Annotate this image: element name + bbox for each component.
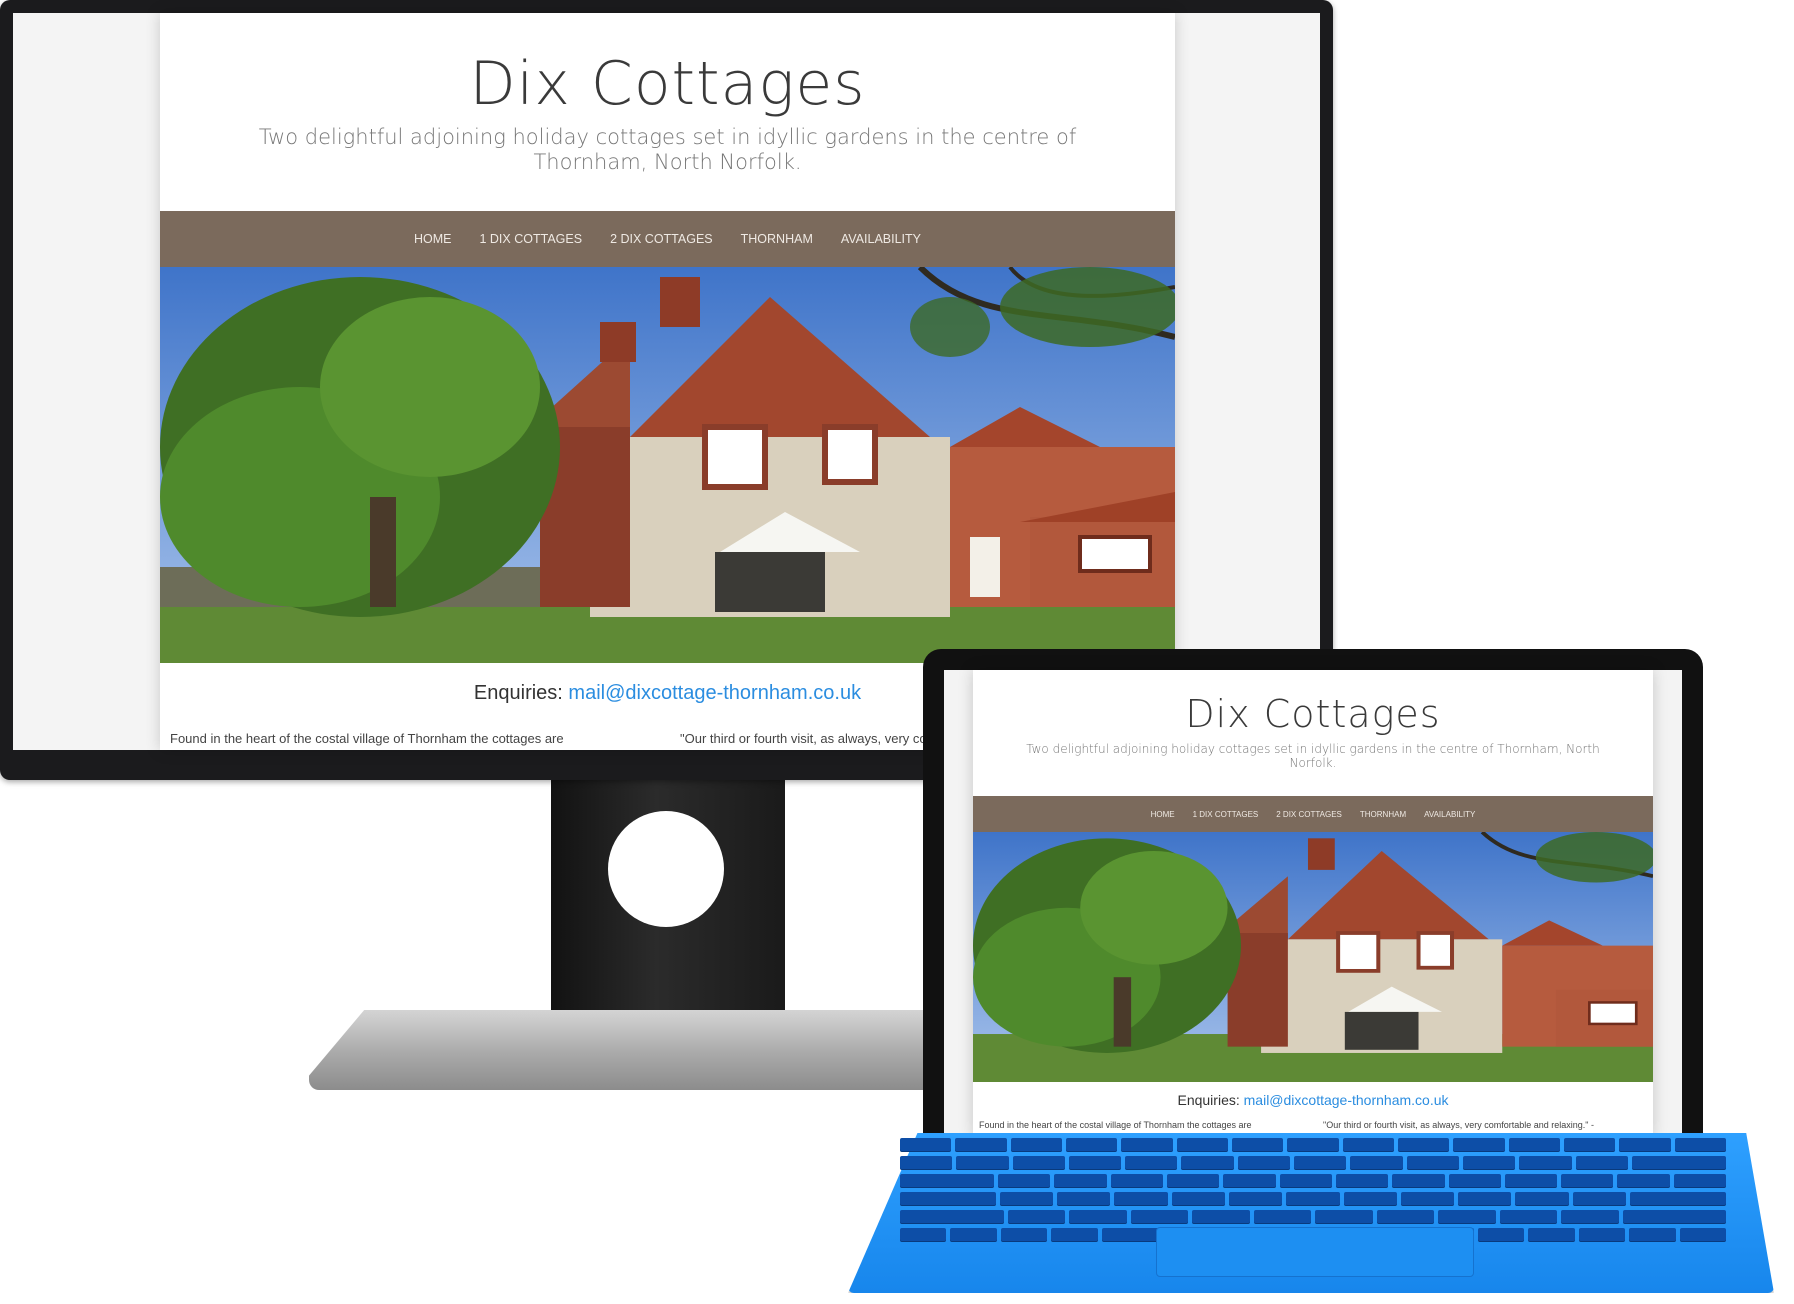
key-row-qwerty [900, 1174, 1726, 1188]
nav-thornham[interactable]: THORNHAM [1360, 810, 1406, 819]
site-tagline: Two delightful adjoining holiday cottage… [258, 125, 1077, 174]
key-row-home [900, 1192, 1726, 1206]
testimonial-text: "Our third or fourth visit, as always, v… [1323, 1120, 1594, 1130]
nav-thornham[interactable]: THORNHAM [741, 232, 813, 246]
monitor-website: Dix Cottages Two delightful adjoining ho… [160, 13, 1175, 750]
key-row-function [900, 1138, 1726, 1152]
intro-text: Found in the heart of the costal village… [979, 1120, 1252, 1130]
hero-image [973, 832, 1653, 1082]
tablet-website: Dix Cottages Two delightful adjoining ho… [973, 670, 1653, 1137]
key-row-shift [900, 1210, 1726, 1224]
enquiries-email-link[interactable]: mail@dixcottage-thornham.co.uk [568, 682, 861, 704]
monitor-stand-cutout [608, 811, 724, 927]
keyboard-keys [900, 1138, 1726, 1242]
enquiries-label: Enquiries: [473, 682, 563, 704]
cottage-photo [973, 832, 1653, 1082]
monitor-stand-base [309, 1010, 999, 1090]
nav-1-dix-cottages[interactable]: 1 DIX COTTAGES [1193, 810, 1259, 819]
main-nav: HOME 1 DIX COTTAGES 2 DIX COTTAGES THORN… [160, 211, 1175, 267]
intro-text: Found in the heart of the costal village… [170, 731, 564, 746]
cottage-photo [160, 267, 1175, 663]
key-row-numbers [900, 1156, 1726, 1170]
enquiries-email-link[interactable]: mail@dixcottage-thornham.co.uk [1244, 1092, 1449, 1108]
site-title[interactable]: Dix Cottages [160, 49, 1175, 119]
hero-image [160, 267, 1175, 663]
enquiries-label: Enquiries: [1177, 1092, 1240, 1108]
site-tagline: Two delightful adjoining holiday cottage… [1026, 742, 1600, 770]
nav-availability[interactable]: AVAILABILITY [1424, 810, 1475, 819]
site-title[interactable]: Dix Cottages [973, 692, 1653, 736]
trackpad [1156, 1227, 1474, 1277]
nav-1-dix-cottages[interactable]: 1 DIX COTTAGES [479, 232, 582, 246]
nav-2-dix-cottages[interactable]: 2 DIX COTTAGES [610, 232, 713, 246]
nav-2-dix-cottages[interactable]: 2 DIX COTTAGES [1276, 810, 1342, 819]
nav-home[interactable]: HOME [1151, 810, 1175, 819]
enquiries-line: Enquiries: mail@dixcottage-thornham.co.u… [973, 1092, 1653, 1108]
nav-home[interactable]: HOME [414, 232, 452, 246]
main-nav: HOME 1 DIX COTTAGES 2 DIX COTTAGES THORN… [973, 796, 1653, 832]
nav-availability[interactable]: AVAILABILITY [841, 232, 921, 246]
